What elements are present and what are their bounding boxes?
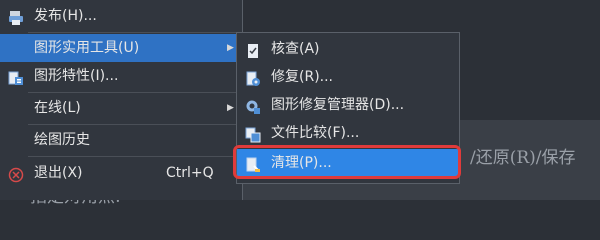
recover-icon xyxy=(245,69,261,86)
submenu-item-file-compare[interactable]: 文件比较(F)... xyxy=(237,119,459,147)
drawing-properties-icon xyxy=(8,68,24,85)
exit-icon xyxy=(8,165,24,183)
menu-item-publish[interactable]: 发布(H)... xyxy=(0,2,242,30)
submenu-item-recover[interactable]: 修复(R)... xyxy=(237,63,459,91)
menu-item-drawing-history[interactable]: 绘图历史 xyxy=(0,126,242,154)
menu-separator xyxy=(28,124,242,125)
submenu-item-audit[interactable]: 核查(A) xyxy=(237,35,459,63)
menu-item-drawing-utilities[interactable]: 图形实用工具(U) ▶ xyxy=(0,34,242,62)
drawing-recovery-manager-icon xyxy=(245,97,261,114)
file-menu-dropdown: 发布(H)... 图形实用工具(U) ▶ 图形特性(I)... 在线(L) ▶ … xyxy=(0,0,243,200)
callout-highlight-frame xyxy=(233,145,461,179)
command-prompt-fragment: /还原(R)/保存 xyxy=(470,148,576,168)
menu-separator xyxy=(28,92,242,93)
exit-shortcut: Ctrl+Q xyxy=(166,165,214,181)
menu-separator xyxy=(28,32,242,33)
menu-item-online[interactable]: 在线(L) ▶ xyxy=(0,94,242,122)
menu-separator xyxy=(28,156,242,157)
submenu-item-drawing-recovery-manager[interactable]: 图形修复管理器(D)... xyxy=(237,91,459,119)
audit-icon xyxy=(245,41,261,58)
menu-item-drawing-properties[interactable]: 图形特性(I)... xyxy=(0,62,242,90)
publish-icon xyxy=(8,8,24,25)
menu-item-exit[interactable]: 退出(X) Ctrl+Q xyxy=(0,159,242,187)
submenu-arrow-icon: ▶ xyxy=(227,43,234,53)
file-compare-icon xyxy=(245,125,261,143)
submenu-arrow-icon: ▶ xyxy=(227,103,234,113)
